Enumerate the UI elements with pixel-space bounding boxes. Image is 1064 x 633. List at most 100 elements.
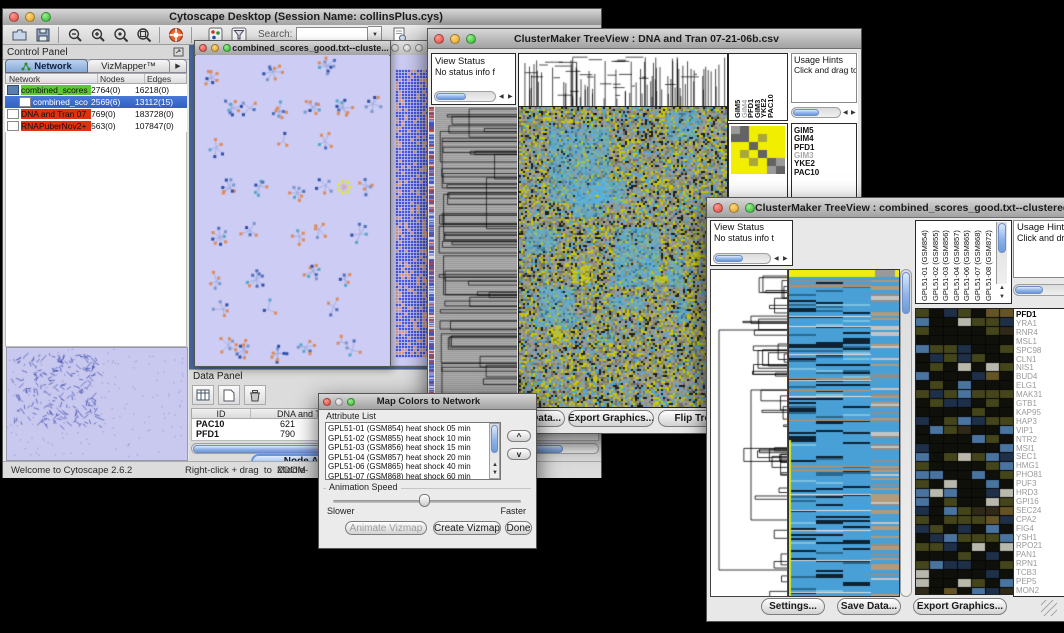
tab-vizmapper[interactable]: VizMapper™ (88, 59, 170, 73)
network-overview-panel[interactable] (6, 347, 188, 461)
scroll-left-icon[interactable]: ◀ (499, 94, 504, 100)
scroll-right-icon[interactable]: ▶ (783, 256, 788, 262)
tv2-save-data-button[interactable]: Save Data... (837, 598, 901, 615)
tab-network[interactable]: Network (5, 59, 88, 73)
scrollbar-thumb[interactable] (998, 223, 1006, 253)
scroll-up-icon[interactable]: ▲ (999, 285, 1005, 291)
move-attribute-up-button[interactable]: ^ (507, 430, 531, 442)
new-attribute-icon[interactable] (218, 385, 240, 405)
maximize-button[interactable] (745, 203, 755, 213)
attribute-list-item[interactable]: GPL51-01 (GSM854) heat shock 05 min (328, 424, 488, 434)
attribute-list-vscrollbar[interactable]: ▲ ▼ (489, 423, 500, 479)
network-list-row[interactable]: DNA and Tran 07769(0)183728(0) (5, 108, 187, 120)
tv1-usage-hscrollbar[interactable] (791, 107, 841, 118)
scroll-left-icon[interactable]: ◀ (774, 256, 779, 262)
maximize-button[interactable] (415, 44, 423, 52)
zoom-in-button[interactable] (87, 26, 108, 44)
tv1-export-graphics-button[interactable]: Export Graphics... (568, 410, 654, 427)
scrollbar-thumb[interactable] (793, 109, 819, 116)
column-header-network[interactable]: Network (6, 74, 98, 83)
save-session-button[interactable] (32, 26, 53, 44)
tv2-settings-button[interactable]: Settings... (761, 598, 825, 615)
tv1-status-hscrollbar[interactable] (434, 91, 496, 102)
zoom-fit-button[interactable] (133, 26, 154, 44)
close-button[interactable] (199, 44, 207, 52)
tv1-row-dendrogram[interactable] (435, 107, 517, 407)
scroll-right-icon[interactable]: ▶ (851, 110, 856, 116)
network-list-row[interactable]: combined_sco2569(6)13112(15) (5, 96, 187, 108)
animation-slider-thumb[interactable] (419, 494, 430, 507)
minimize-button[interactable] (403, 44, 411, 52)
help-lifering-icon[interactable] (165, 26, 186, 44)
maximize-button[interactable] (466, 34, 476, 44)
delete-attribute-trash-icon[interactable] (244, 385, 266, 405)
close-button[interactable] (434, 34, 444, 44)
animate-vizmap-button[interactable]: Animate Vizmap (345, 521, 427, 535)
column-header-nodes[interactable]: Nodes (98, 74, 145, 83)
select-attributes-icon[interactable] (192, 385, 214, 405)
scrollbar-thumb[interactable] (1015, 286, 1043, 294)
tv1-heatmap[interactable] (518, 107, 728, 408)
open-session-button[interactable] (9, 26, 30, 44)
map-colors-titlebar[interactable]: Map Colors to Network (319, 394, 536, 410)
close-button[interactable] (9, 12, 19, 22)
tv2-heatmap-vscrollbar[interactable] (900, 269, 912, 597)
network-list-row[interactable]: RNAPuberNov2+563(0)107847(0) (5, 120, 187, 132)
tv2-status-hscrollbar[interactable] (713, 253, 771, 264)
float-panel-icon[interactable] (173, 47, 185, 58)
status-welcome-text: Welcome to Cytoscape 2.6.2 (11, 465, 132, 476)
tv2-zoom-heatmap[interactable] (915, 308, 1014, 595)
scroll-left-icon[interactable]: ◀ (843, 110, 848, 116)
minimize-button[interactable] (335, 398, 343, 406)
attribute-list-item[interactable]: GPL51-03 (GSM856) heat shock 15 min (328, 443, 488, 453)
network-view-1-titlebar[interactable]: combined_scores_good.txt--cluste... (195, 41, 390, 56)
treeview2-titlebar[interactable]: ClusterMaker TreeView : combined_scores_… (707, 198, 1064, 218)
scroll-down-icon[interactable]: ▼ (492, 470, 498, 476)
minimize-button[interactable] (450, 34, 460, 44)
scrollbar-thumb[interactable] (902, 272, 910, 314)
close-button[interactable] (391, 44, 399, 52)
network-view-canvas[interactable] (196, 55, 389, 365)
scroll-right-icon[interactable]: ▶ (508, 94, 513, 100)
tv2-usage-hscrollbar[interactable] (1013, 284, 1064, 296)
maximize-button[interactable] (223, 44, 231, 52)
tv2-row-dendrogram[interactable] (710, 269, 788, 597)
maximize-button[interactable] (347, 398, 355, 406)
scrollbar-thumb[interactable] (491, 425, 498, 453)
minimize-button[interactable] (211, 44, 219, 52)
minimize-button[interactable] (729, 203, 739, 213)
network-list-row[interactable]: combined_scores2764(0)16218(0) (5, 84, 187, 96)
minimize-button[interactable] (25, 12, 35, 22)
attribute-list-item[interactable]: GPL51-07 (GSM868) heat shock 60 min (328, 472, 488, 480)
close-button[interactable] (713, 203, 723, 213)
close-button[interactable] (323, 398, 331, 406)
create-vizmap-button[interactable]: Create Vizmap (433, 521, 501, 535)
cytoscape-titlebar[interactable]: Cytoscape Desktop (Session Name: collins… (3, 9, 601, 26)
attribute-list-item[interactable]: GPL51-02 (GSM855) heat shock 10 min (328, 434, 488, 444)
scroll-up-icon[interactable]: ▲ (492, 462, 498, 468)
map-colors-title: Map Colors to Network (355, 396, 502, 407)
zoom-out-button[interactable] (64, 26, 85, 44)
scrollbar-thumb[interactable] (715, 255, 743, 262)
scrollbar-thumb[interactable] (436, 93, 466, 100)
column-header-id[interactable]: ID (192, 409, 251, 418)
tv1-column-dendrogram[interactable] (518, 53, 728, 107)
attribute-list[interactable]: GPL51-01 (GSM854) heat shock 05 minGPL51… (325, 422, 501, 480)
network-edges-count: 107847(0) (135, 121, 187, 131)
tv2-export-graphics-button[interactable]: Export Graphics... (913, 598, 1007, 615)
resize-grip[interactable] (1041, 600, 1057, 616)
attribute-list-item[interactable]: GPL51-04 (GSM857) heat shock 20 min (328, 453, 488, 463)
column-header-edges[interactable]: Edges (145, 74, 186, 83)
tv1-correlation-matrix[interactable] (731, 126, 785, 174)
move-attribute-down-button[interactable]: v (507, 448, 531, 460)
maximize-button[interactable] (41, 12, 51, 22)
tv2-labels-vscrollbar[interactable] (996, 222, 1007, 284)
scroll-down-icon[interactable]: ▼ (999, 294, 1005, 300)
zoom-selected-button[interactable] (110, 26, 131, 44)
done-button[interactable]: Done (505, 521, 532, 535)
treeview1-titlebar[interactable]: ClusterMaker TreeView : DNA and Tran 07-… (428, 29, 861, 49)
tv2-heatmap[interactable] (788, 269, 900, 597)
attribute-list-item[interactable]: GPL51-06 (GSM865) heat shock 40 min (328, 462, 488, 472)
dense-network-grid[interactable] (395, 68, 429, 358)
tab-overflow-button[interactable]: ▶ (170, 59, 187, 73)
